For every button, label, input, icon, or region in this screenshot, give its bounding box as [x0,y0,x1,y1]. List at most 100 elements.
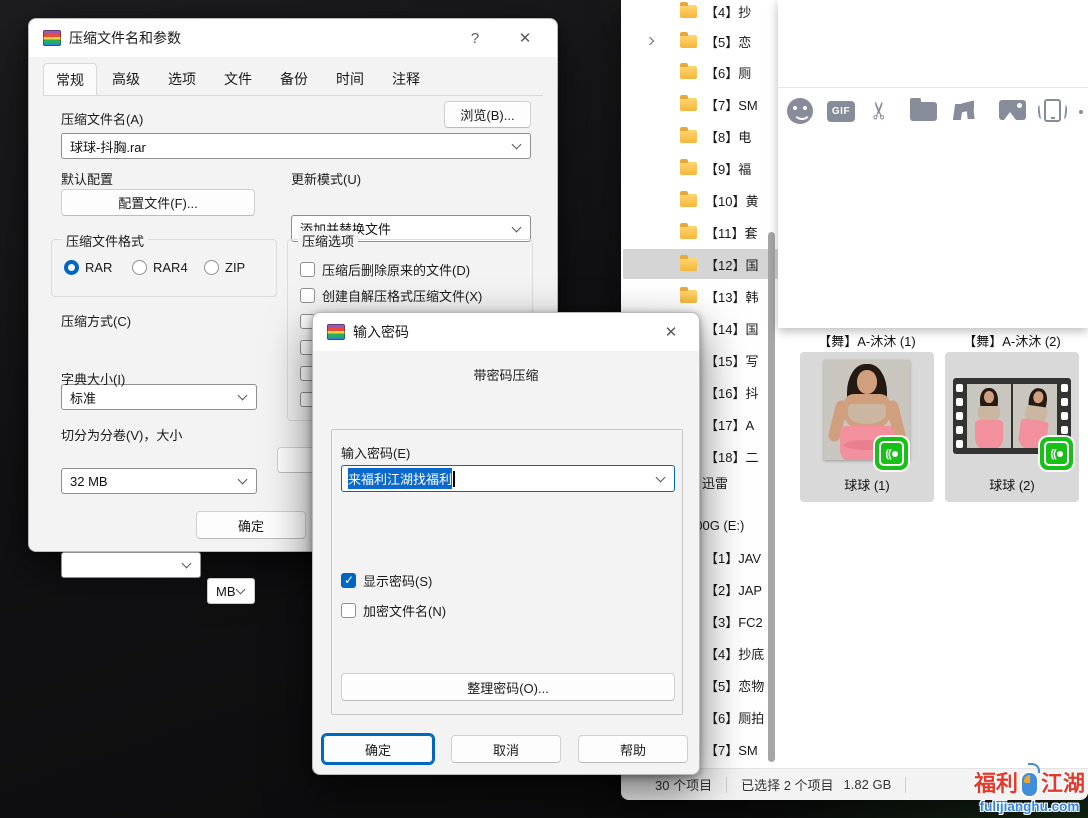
dictionary-combo[interactable]: 32 MB [61,468,257,494]
format-group-label: 压缩文件格式 [62,231,148,250]
tab-options[interactable]: 选项 [155,62,209,95]
folder-icon [680,66,697,79]
chevron-down-icon[interactable] [512,140,522,150]
tree-item-label: 【13】韩 [705,287,758,306]
watermark-url: fulijianghu.com [974,799,1085,814]
password-input[interactable]: 来福利江湖找福利 [341,465,675,492]
chat-divider [778,87,1088,88]
checkbox-sfx[interactable]: 创建自解压格式压缩文件(X) [300,286,482,305]
screen-share-icon[interactable] [952,98,976,122]
options-group-label: 压缩选项 [298,231,358,250]
tree-item-label: 【4】抄底 [705,644,764,663]
folder-icon [680,226,697,239]
tab-divider [43,95,543,96]
file-label[interactable]: 【舞】A-沐沐 (2) [945,331,1079,350]
help-button[interactable]: ? [453,19,497,57]
folder-icon [680,258,697,271]
browse-button[interactable]: 浏览(B)... [444,101,531,128]
chevron-down-icon[interactable] [238,391,248,401]
tree-item-label: 【6】厕拍 [705,708,764,727]
tree-item-label: 【16】抖 [705,383,758,402]
tree-item[interactable]: 【9】福 [623,153,795,183]
radio-zip[interactable]: ZIP [204,260,245,275]
archive-name-value: 球球-抖胸.rar [70,137,146,156]
folder-icon [680,130,697,143]
chat-panel: GIF ✂ [778,0,1088,328]
winrar-icon [43,30,61,46]
password-ok-button[interactable]: 确定 [323,735,433,763]
chevron-down-icon[interactable] [656,472,666,482]
checkbox-delete-after[interactable]: 压缩后删除原来的文件(D) [300,260,470,279]
folder-icon [680,162,697,175]
watermark-text-right: 江湖 [1041,766,1085,798]
volume-size-combo[interactable] [61,552,201,578]
tree-item-label: 【14】国 [705,319,758,338]
file-tile-video[interactable]: (( 球球 (2) [945,352,1079,502]
volume-unit-combo[interactable]: MB [207,578,255,604]
tree-item[interactable]: 【5】恋 [623,26,795,56]
ok-button[interactable]: 确定 [196,511,306,539]
tab-comment[interactable]: 注释 [379,62,433,95]
tree-item-label: 【17】A [705,415,754,434]
password-help-button[interactable]: 帮助 [578,735,688,763]
close-button[interactable]: ✕ [503,19,547,57]
screenshot-scissors-icon[interactable]: ✂ [870,96,890,125]
password-header: 带密码压缩 [313,365,699,384]
window-shake-phone-icon[interactable] [1044,99,1061,122]
password-selected-text: 来福利江湖找福利 [348,468,452,489]
tab-files[interactable]: 文件 [211,62,265,95]
radio-rar4[interactable]: RAR4 [132,260,188,275]
file-tile-label: 球球 (1) [800,475,934,494]
picture-icon[interactable] [999,100,1026,120]
volume-label: 切分为分卷(V)，大小 [61,425,182,444]
tree-item-label: 【3】FC2 [705,612,763,631]
tree-item[interactable]: 【4】抄 [623,0,795,26]
tree-item[interactable]: 【10】黄 [623,185,795,215]
password-dialog: 输入密码 ✕ 带密码压缩 输入密码(E) 来福利江湖找福利 显示密码(S) 加密… [312,312,700,775]
tree-item[interactable]: 【6】厕 [623,57,795,87]
close-button[interactable]: ✕ [649,313,693,351]
gif-icon[interactable]: GIF [827,101,855,122]
tree-item-label: 迅雷 [702,473,728,492]
show-password-checkbox[interactable]: 显示密码(S) [341,571,432,590]
more-options-icon[interactable] [1079,98,1083,114]
tree-item[interactable]: 【7】SM [623,89,795,119]
tree-item[interactable]: 【8】电 [623,121,795,151]
tab-backup[interactable]: 备份 [267,62,321,95]
chevron-right-icon[interactable] [646,37,654,45]
emoji-icon[interactable] [787,98,813,124]
archive-name-combo[interactable]: 球球-抖胸.rar [61,133,531,159]
chevron-down-icon[interactable] [182,559,192,569]
tree-scrollbar[interactable] [768,232,775,762]
profiles-button[interactable]: 配置文件(F)... [61,189,255,216]
status-size: 1.82 GB [844,777,892,792]
file-tile-image[interactable]: (( 球球 (1) [800,352,934,502]
tab-time[interactable]: 时间 [323,62,377,95]
folder-icon [680,290,697,303]
encrypt-filenames-checkbox[interactable]: 加密文件名(N) [341,601,446,620]
tree-item-label: 【10】黄 [705,191,758,210]
folder-icon [680,98,697,111]
profile-label: 默认配置 [61,169,113,188]
folder-icon [680,35,697,48]
organize-passwords-button[interactable]: 整理密码(O)... [341,673,675,701]
chevron-down-icon[interactable] [238,475,248,485]
tree-item-label: 【11】套 [705,223,758,242]
text-caret [453,471,455,487]
tab-general[interactable]: 常规 [43,63,97,96]
chevron-down-icon[interactable] [512,222,522,232]
password-cancel-button[interactable]: 取消 [451,735,561,763]
tree-item-label: 【12】国 [705,255,758,274]
tree-item-label: 【2】JAP [705,580,762,599]
tree-item-label: 【7】SM [705,95,758,114]
file-label[interactable]: 【舞】A-沐沐 (1) [800,331,934,350]
archive-name-label: 压缩文件名(A) [61,109,143,128]
tree-item-label: 【7】SM [705,740,758,759]
method-label: 压缩方式(C) [61,311,131,330]
send-file-folder-icon[interactable] [910,98,937,121]
radio-rar[interactable]: RAR [64,260,112,275]
file-tile-label: 球球 (2) [945,475,1079,494]
chevron-down-icon[interactable] [236,585,246,595]
dictionary-value: 32 MB [70,474,108,489]
tab-advanced[interactable]: 高级 [99,62,153,95]
